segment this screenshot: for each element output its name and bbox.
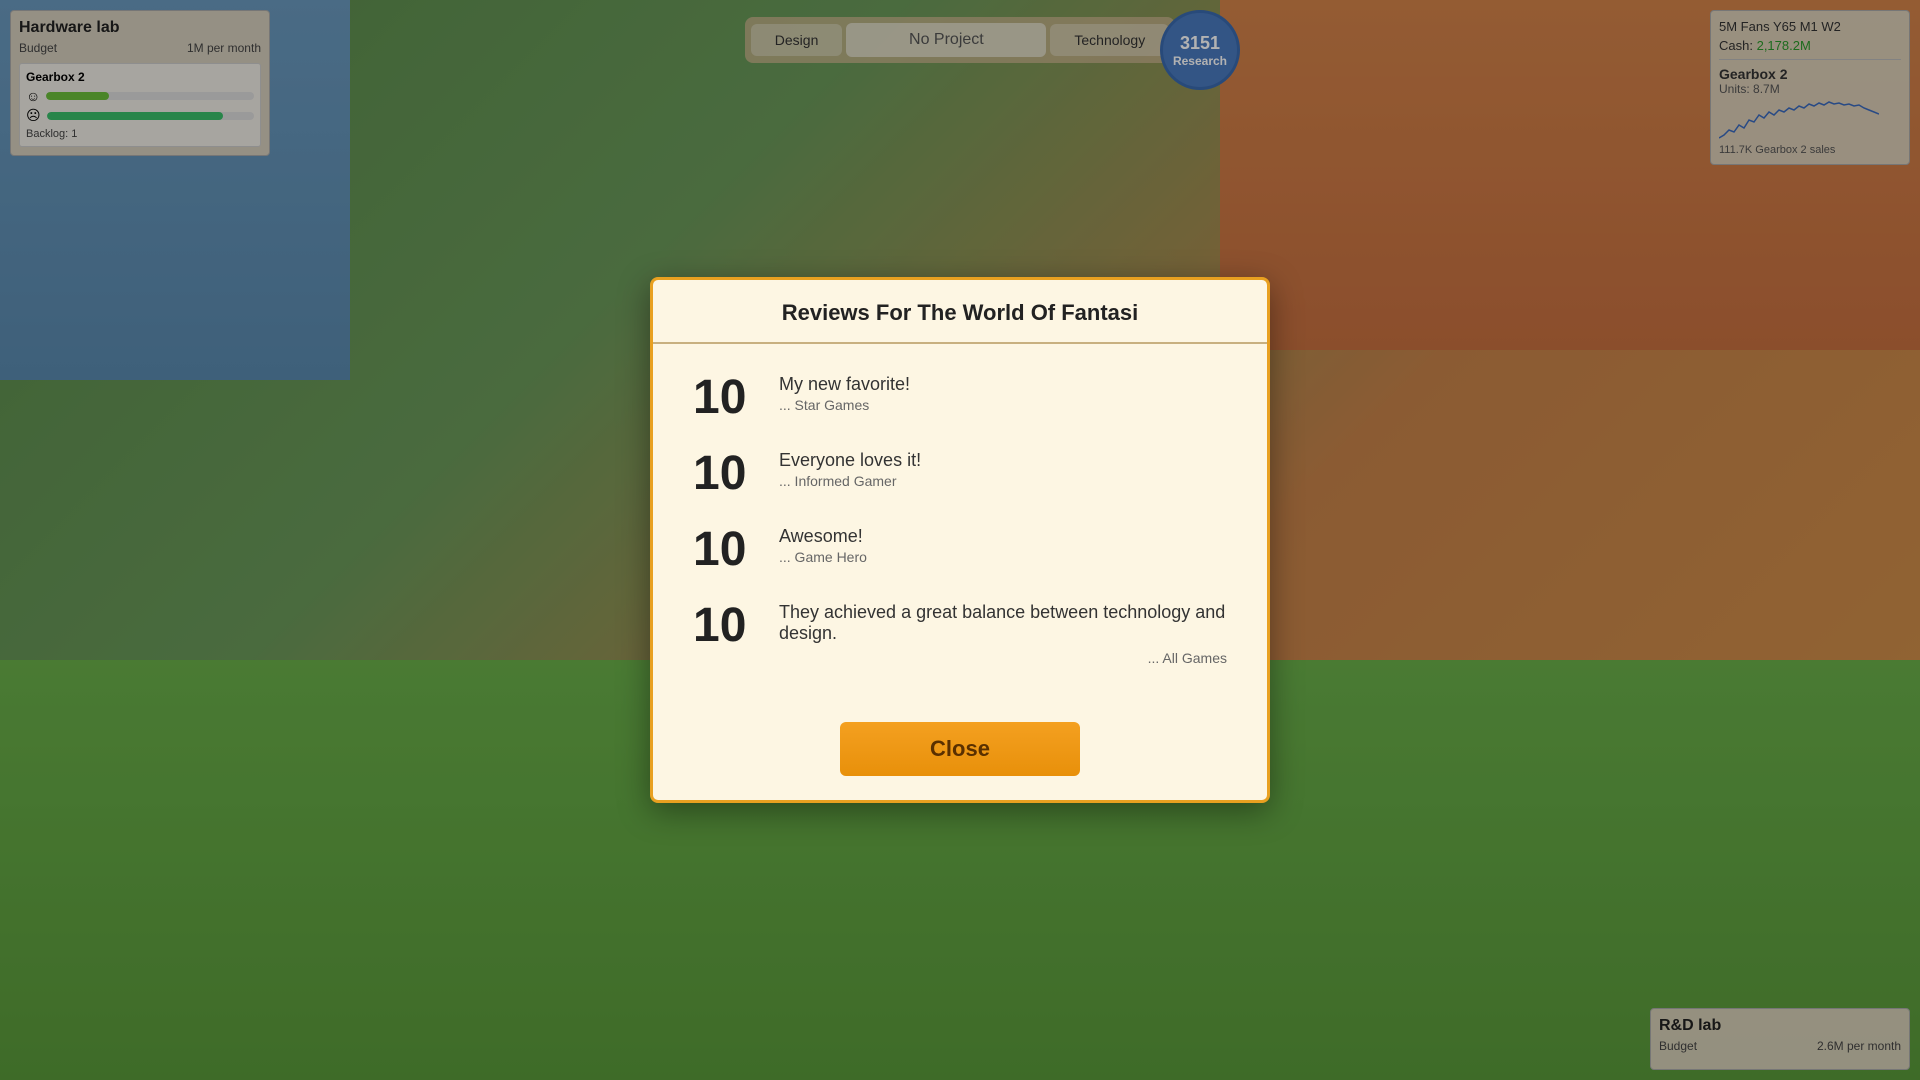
review-text-3: Awesome! — [779, 526, 1227, 547]
review-content-1: My new favorite! ... Star Games — [779, 374, 1227, 413]
review-text-4: They achieved a great balance between te… — [779, 602, 1227, 644]
close-button[interactable]: Close — [840, 722, 1080, 776]
review-item-1: 10 My new favorite! ... Star Games — [693, 374, 1227, 422]
review-text-1: My new favorite! — [779, 374, 1227, 395]
review-source-4: ... All Games — [693, 650, 1227, 666]
review-item-2: 10 Everyone loves it! ... Informed Gamer — [693, 450, 1227, 498]
review-content-4: They achieved a great balance between te… — [779, 602, 1227, 646]
reviews-modal: Reviews For The World Of Fantasi 10 My n… — [650, 277, 1270, 803]
review-item-4: 10 They achieved a great balance between… — [693, 602, 1227, 650]
modal-title: Reviews For The World Of Fantasi — [677, 300, 1243, 326]
review-item-3: 10 Awesome! ... Game Hero — [693, 526, 1227, 574]
modal-header: Reviews For The World Of Fantasi — [653, 280, 1267, 344]
review-content-2: Everyone loves it! ... Informed Gamer — [779, 450, 1227, 489]
review-source-1: ... Star Games — [779, 397, 1227, 413]
review-source-2: ... Informed Gamer — [779, 473, 1227, 489]
review-score-3: 10 — [693, 526, 763, 574]
review-content-3: Awesome! ... Game Hero — [779, 526, 1227, 565]
review-score-1: 10 — [693, 374, 763, 422]
review-score-4: 10 — [693, 602, 763, 650]
modal-overlay: Reviews For The World Of Fantasi 10 My n… — [0, 0, 1920, 1080]
review-text-2: Everyone loves it! — [779, 450, 1227, 471]
review-score-2: 10 — [693, 450, 763, 498]
modal-body: 10 My new favorite! ... Star Games 10 Ev… — [653, 344, 1267, 706]
review-source-3: ... Game Hero — [779, 549, 1227, 565]
modal-footer: Close — [653, 706, 1267, 800]
